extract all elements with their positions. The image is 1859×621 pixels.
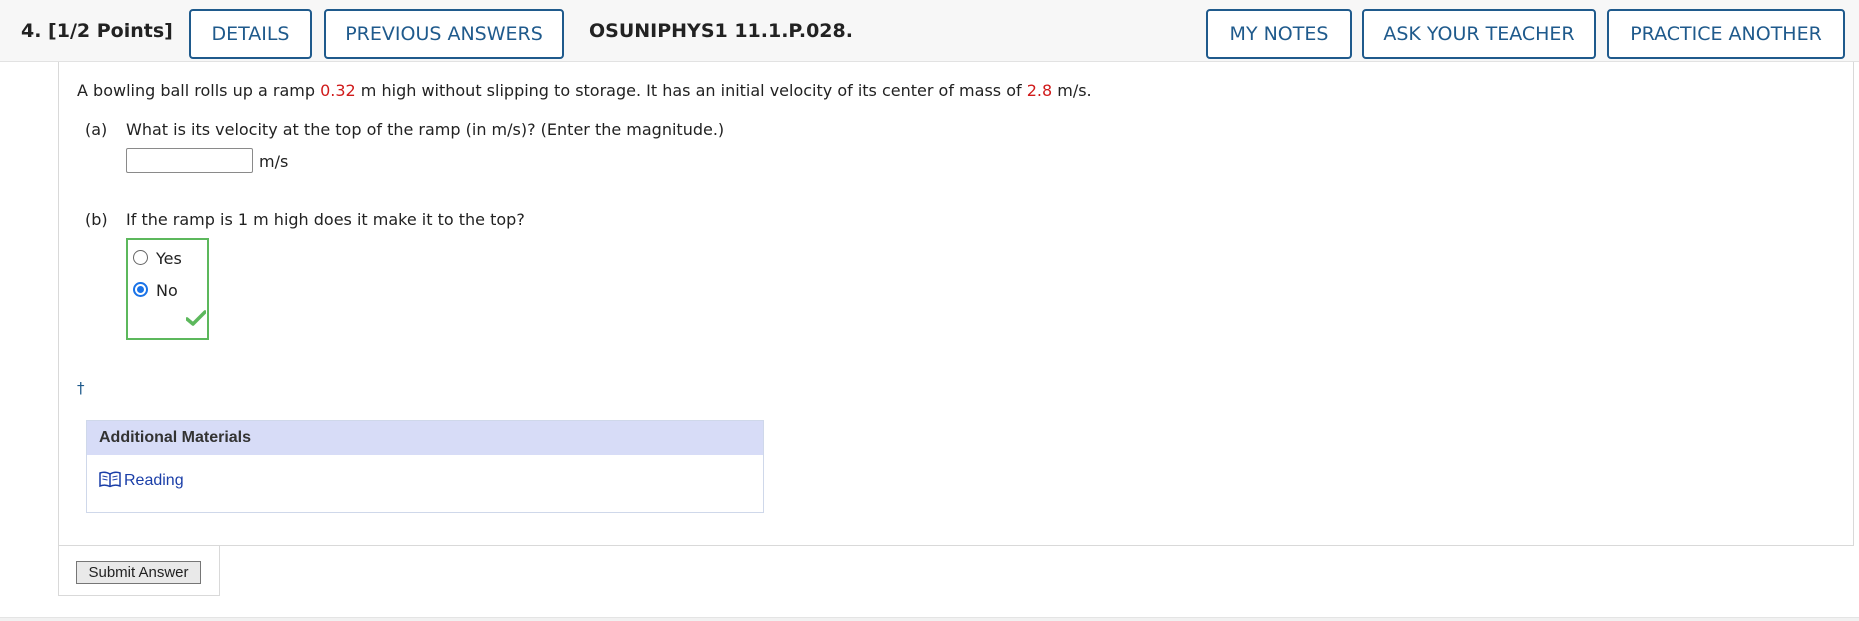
problem-text-2: m high without slipping to storage. It h… [355,81,1027,100]
problem-text-3: m/s. [1052,81,1092,100]
part-b-question: If the ramp is 1 m high does it make it … [126,210,525,229]
practice-another-button[interactable]: PRACTICE ANOTHER [1607,9,1845,59]
next-question-divider [0,617,1859,621]
my-notes-button[interactable]: MY NOTES [1206,9,1352,59]
option-no-label: No [156,281,178,300]
problem-statement: A bowling ball rolls up a ramp 0.32 m hi… [77,81,1092,100]
submit-answer-button[interactable]: Submit Answer [76,561,201,584]
details-button[interactable]: DETAILS [189,9,312,59]
correct-check-icon [186,310,206,326]
part-b-label: (b) [85,210,108,229]
question-code: OSUNIPHYS1 11.1.P.028. [589,20,853,42]
ramp-height-value: 0.32 [320,81,356,100]
radio-yes[interactable] [133,250,148,265]
part-a-unit: m/s [259,152,289,171]
additional-materials-title: Additional Materials [87,421,763,455]
radio-no[interactable] [133,282,148,297]
initial-velocity-value: 2.8 [1026,81,1053,100]
problem-text-1: A bowling ball rolls up a ramp [77,81,321,100]
part-a-question: What is its velocity at the top of the r… [126,120,725,139]
additional-materials-box: Additional Materials Reading [86,420,764,513]
reading-link[interactable]: Reading [99,471,184,490]
ask-your-teacher-button[interactable]: ASK YOUR TEACHER [1362,9,1596,59]
previous-answers-button[interactable]: PREVIOUS ANSWERS [324,9,564,59]
dagger-footnote-marker: † [77,379,85,397]
option-yes-label: Yes [156,249,182,268]
question-points-label: 4. [1/2 Points] [21,20,173,42]
part-b-choices: Yes No [126,238,209,340]
question-header: 4. [1/2 Points] DETAILS PREVIOUS ANSWERS… [0,0,1859,62]
reading-label: Reading [124,472,184,489]
part-a-label: (a) [85,120,108,139]
part-a-answer-input[interactable] [126,148,253,173]
book-icon [99,471,121,488]
